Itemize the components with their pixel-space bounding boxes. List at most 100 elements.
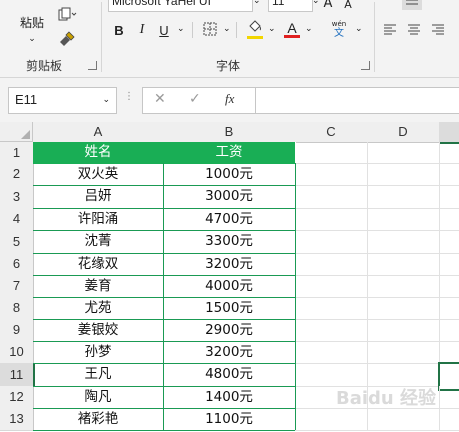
table-cell[interactable]: 褚彩艳	[33, 408, 164, 431]
align-right-button[interactable]	[429, 22, 447, 40]
empty-cell[interactable]	[295, 142, 368, 164]
empty-cell[interactable]	[439, 297, 459, 320]
table-cell[interactable]: 姜银姣	[33, 319, 164, 342]
row-header[interactable]: 11	[0, 363, 35, 387]
fill-color-button[interactable]	[244, 18, 266, 40]
table-cell[interactable]: 沈菁	[33, 230, 164, 254]
empty-cell[interactable]	[295, 163, 368, 186]
chevron-down-icon[interactable]: ⌄	[268, 24, 276, 34]
table-cell[interactable]: 4000元	[163, 275, 296, 298]
formula-input[interactable]	[255, 87, 459, 114]
copy-button[interactable]	[55, 6, 79, 26]
empty-cell[interactable]	[367, 163, 440, 186]
chevron-down-icon[interactable]: ⌄	[253, 0, 261, 6]
empty-cell[interactable]	[367, 185, 440, 209]
empty-cell[interactable]	[367, 297, 440, 320]
table-cell[interactable]: 3200元	[163, 341, 296, 364]
empty-cell[interactable]	[439, 341, 459, 364]
empty-cell[interactable]	[295, 230, 368, 254]
row-header[interactable]: 4	[0, 208, 34, 231]
column-header-a[interactable]: A	[33, 122, 164, 143]
empty-cell[interactable]	[439, 275, 459, 298]
chevron-down-icon[interactable]: ⌄	[305, 24, 313, 34]
row-header[interactable]: 10	[0, 341, 34, 364]
name-box[interactable]: E11 ⌄	[8, 87, 117, 114]
row-header[interactable]: 8	[0, 297, 34, 320]
empty-cell[interactable]	[439, 185, 459, 209]
empty-cell[interactable]	[367, 341, 440, 364]
table-cell[interactable]: 2900元	[163, 319, 296, 342]
table-header-cell[interactable]: 姓名	[33, 142, 164, 164]
empty-cell[interactable]	[367, 275, 440, 298]
bold-button[interactable]: B	[110, 20, 128, 40]
phonetic-guide-button[interactable]: wén 文	[327, 18, 351, 42]
borders-button[interactable]	[199, 20, 221, 40]
empty-cell[interactable]	[439, 208, 459, 231]
empty-cell[interactable]	[367, 253, 440, 276]
font-dialog-launcher[interactable]	[361, 61, 370, 70]
table-cell[interactable]: 王凡	[33, 363, 164, 387]
table-cell[interactable]: 孙梦	[33, 341, 164, 364]
chevron-down-icon[interactable]: ⌄	[355, 24, 363, 34]
empty-cell[interactable]	[295, 319, 368, 342]
table-cell[interactable]: 尤苑	[33, 297, 164, 320]
insert-function-icon[interactable]: fx	[225, 91, 234, 107]
empty-cell[interactable]	[295, 341, 368, 364]
empty-cell[interactable]	[439, 253, 459, 276]
empty-cell[interactable]	[295, 185, 368, 209]
table-cell[interactable]: 陶凡	[33, 386, 164, 409]
empty-cell[interactable]	[295, 297, 368, 320]
grow-font-button[interactable]: A	[320, 0, 336, 11]
empty-cell[interactable]	[367, 230, 440, 254]
clipboard-dialog-launcher[interactable]	[88, 61, 97, 70]
table-cell[interactable]: 1500元	[163, 297, 296, 320]
column-header-c[interactable]: C	[295, 122, 368, 143]
table-cell[interactable]: 1400元	[163, 386, 296, 409]
align-left-button[interactable]	[381, 22, 399, 40]
cancel-icon[interactable]: ✕	[154, 91, 166, 107]
empty-cell[interactable]	[367, 142, 440, 164]
select-all-button[interactable]	[0, 122, 33, 142]
more-options-icon[interactable]: ⋮	[124, 91, 134, 102]
column-header-b[interactable]: B	[163, 122, 296, 143]
table-cell[interactable]: 3300元	[163, 230, 296, 254]
shrink-font-button[interactable]: A	[340, 0, 356, 11]
empty-cell[interactable]	[367, 319, 440, 342]
table-cell[interactable]: 姜育	[33, 275, 164, 298]
table-header-cell[interactable]: 工资	[163, 142, 296, 164]
empty-cell[interactable]	[295, 253, 368, 276]
chevron-down-icon[interactable]: ⌄	[102, 88, 110, 111]
row-header[interactable]: 1	[0, 142, 34, 164]
table-cell[interactable]: 4800元	[163, 363, 296, 387]
chevron-down-icon[interactable]: ⌄	[223, 24, 231, 34]
row-header[interactable]: 12	[0, 386, 34, 409]
row-header[interactable]: 6	[0, 253, 34, 276]
row-header[interactable]: 9	[0, 319, 34, 342]
format-painter-button[interactable]	[55, 30, 79, 50]
empty-cell[interactable]	[367, 208, 440, 231]
table-cell[interactable]: 吕妍	[33, 185, 164, 209]
font-size-select[interactable]: 11	[268, 0, 313, 12]
empty-cell[interactable]	[439, 163, 459, 186]
row-header[interactable]: 3	[0, 185, 34, 209]
table-cell[interactable]: 1100元	[163, 408, 296, 431]
chevron-down-icon[interactable]: ⌄	[312, 0, 320, 6]
table-cell[interactable]: 花缘双	[33, 253, 164, 276]
align-center-button[interactable]	[405, 22, 423, 40]
empty-cell[interactable]	[439, 142, 459, 164]
row-header[interactable]: 13	[0, 408, 34, 431]
table-cell[interactable]: 4700元	[163, 208, 296, 231]
row-header[interactable]: 7	[0, 275, 34, 298]
row-header[interactable]: 5	[0, 230, 34, 254]
empty-cell[interactable]	[439, 319, 459, 342]
enter-icon[interactable]: ✓	[189, 91, 201, 107]
font-name-select[interactable]: Microsoft YaHei UI	[108, 0, 253, 12]
column-header-e[interactable]	[439, 122, 459, 144]
table-cell[interactable]: 3000元	[163, 185, 296, 209]
table-cell[interactable]: 许阳涌	[33, 208, 164, 231]
underline-button[interactable]: U	[155, 20, 173, 40]
row-header[interactable]: 2	[0, 163, 34, 186]
empty-cell[interactable]	[295, 275, 368, 298]
font-color-button[interactable]: A	[281, 18, 303, 40]
paste-button[interactable]: 粘贴 ⌄	[12, 0, 52, 45]
